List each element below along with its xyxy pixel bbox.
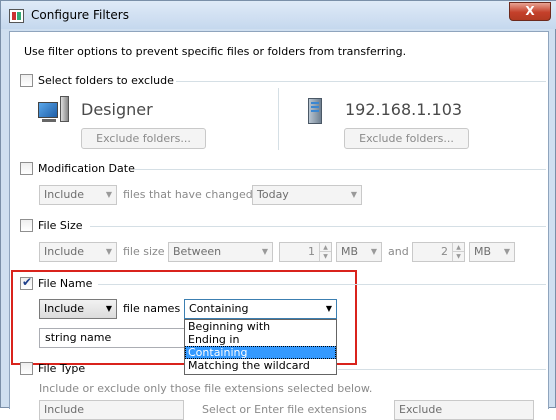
file-size-max-value: 2 — [441, 245, 448, 258]
file-name-match-dropdown: Beginning with Ending in Containing Matc… — [184, 319, 337, 375]
file-type-label: File Type — [38, 362, 86, 375]
chevron-down-icon: ▼ — [370, 247, 377, 256]
file-size-mode-select[interactable]: Include ▼ — [39, 242, 117, 262]
remote-exclude-folders-button[interactable]: Exclude folders... — [344, 128, 469, 149]
chevron-down-icon: ▼ — [350, 190, 357, 199]
app-icon — [9, 9, 24, 23]
file-size-checkbox[interactable] — [20, 219, 33, 232]
chevron-down-icon: ▼ — [261, 247, 268, 256]
file-size-min-unit-select[interactable]: MB ▼ — [336, 242, 382, 262]
modification-text: files that have changed — [123, 188, 253, 201]
title-bar[interactable]: Configure Filters X — [1, 1, 556, 29]
dropdown-option[interactable]: Beginning with — [185, 320, 336, 333]
remote-computer-name: 192.168.1.103 — [345, 100, 463, 119]
folders-separator — [176, 81, 546, 82]
modification-date-checkbox[interactable] — [20, 162, 33, 175]
dropdown-option[interactable]: Matching the wildcard — [185, 359, 336, 372]
chevron-down-icon: ▼ — [105, 190, 112, 199]
folders-divider — [278, 88, 279, 150]
folders-label: Select folders to exclude — [38, 74, 174, 87]
file-size-and-text: and — [388, 245, 409, 258]
computer-icon — [38, 96, 70, 128]
intro-text: Use filter options to prevent specific f… — [24, 45, 407, 58]
file-size-min-spinner[interactable]: 1 ▲ ▼ — [279, 242, 332, 262]
folders-checkbox[interactable] — [20, 74, 33, 87]
spinner-down-icon[interactable]: ▼ — [319, 252, 331, 261]
file-size-operator-value: Between — [173, 245, 222, 258]
file-name-separator — [98, 284, 546, 285]
spinner-up-icon[interactable]: ▲ — [319, 243, 331, 252]
file-size-label: File Size — [38, 219, 83, 232]
modification-when-value: Today — [257, 188, 289, 201]
file-size-min-value: 1 — [308, 245, 315, 258]
file-name-mode-select[interactable]: Include ▼ — [39, 299, 117, 319]
local-computer-name: Designer — [81, 100, 153, 119]
spinner-up-icon[interactable]: ▲ — [452, 243, 464, 252]
file-name-match-value: Containing — [189, 302, 249, 315]
file-type-include-value: Include — [44, 403, 85, 416]
local-exclude-folders-button[interactable]: Exclude folders... — [81, 128, 206, 149]
file-size-max-unit-select[interactable]: MB ▼ — [469, 242, 515, 262]
modification-mode-value: Include — [44, 188, 85, 201]
file-size-separator — [90, 226, 546, 227]
server-icon — [308, 98, 322, 124]
file-size-min-unit-value: MB — [341, 245, 359, 258]
file-name-input[interactable]: string name — [39, 328, 189, 348]
file-name-text: file names — [123, 302, 181, 315]
dialog-body: Use filter options to prevent specific f… — [9, 31, 549, 420]
file-type-include-select[interactable]: Include — [39, 400, 184, 420]
window-title: Configure Filters — [31, 8, 129, 22]
modification-date-label: Modification Date — [38, 162, 135, 175]
modification-when-select[interactable]: Today ▼ — [252, 185, 362, 205]
file-size-text: file size — [123, 245, 165, 258]
file-name-checkbox[interactable] — [20, 275, 33, 290]
file-type-description: Include or exclude only those file exten… — [39, 382, 373, 395]
file-name-mode-value: Include — [44, 302, 85, 315]
chevron-down-icon: ▼ — [503, 247, 510, 256]
modification-mode-select[interactable]: Include ▼ — [39, 185, 117, 205]
file-type-separator — [338, 369, 546, 370]
chevron-down-icon: ▼ — [325, 304, 332, 313]
chevron-down-icon: ▼ — [105, 247, 112, 256]
file-type-extensions-text: Select or Enter file extensions — [202, 403, 367, 416]
configure-filters-window: Configure Filters X Use filter options t… — [0, 0, 556, 420]
file-size-max-spinner[interactable]: 2 ▲ ▼ — [412, 242, 465, 262]
file-type-checkbox[interactable] — [20, 362, 33, 375]
dropdown-option-selected[interactable]: Containing — [185, 346, 336, 359]
file-name-match-select[interactable]: Containing ▼ — [184, 299, 337, 319]
file-size-max-unit-value: MB — [474, 245, 492, 258]
close-button[interactable]: X — [509, 2, 551, 21]
dropdown-option[interactable]: Ending in — [185, 333, 336, 346]
file-type-exclude-value: Exclude — [399, 403, 443, 416]
file-size-operator-select[interactable]: Between ▼ — [168, 242, 273, 262]
spinner-down-icon[interactable]: ▼ — [452, 252, 464, 261]
file-type-exclude-select[interactable]: Exclude — [394, 400, 534, 420]
modification-separator — [134, 169, 546, 170]
file-size-mode-value: Include — [44, 245, 85, 258]
chevron-down-icon: ▼ — [105, 304, 112, 313]
file-name-label: File Name — [38, 277, 93, 290]
